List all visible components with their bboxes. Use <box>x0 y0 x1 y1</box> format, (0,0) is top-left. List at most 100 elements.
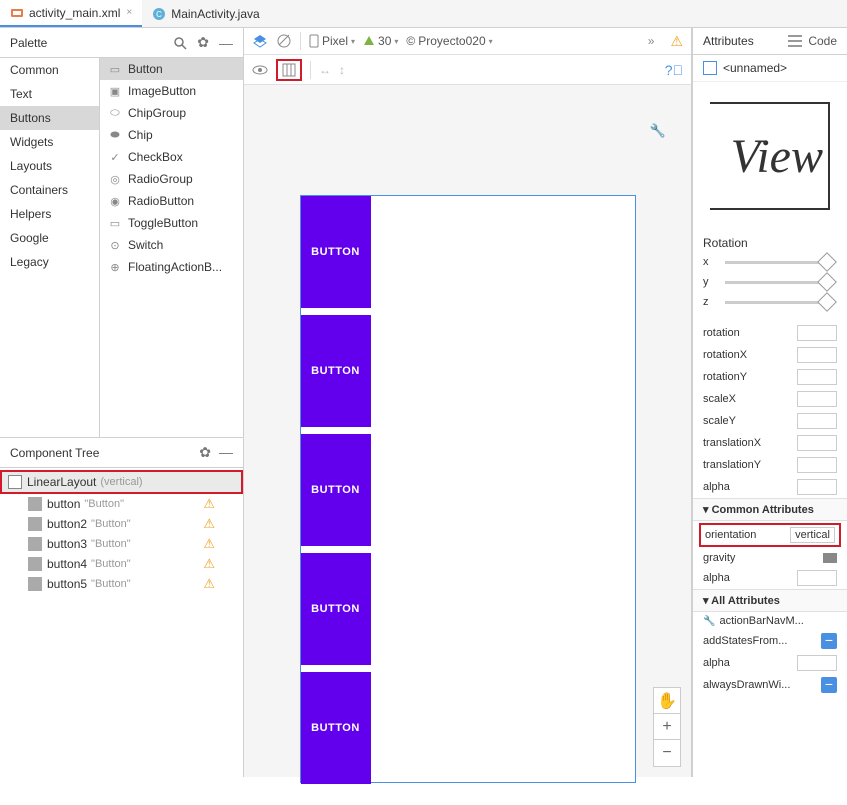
blueprint-icon[interactable] <box>276 33 292 49</box>
attr-orientation-highlighted[interactable]: orientation vertical <box>699 523 841 547</box>
category-layouts[interactable]: Layouts <box>0 154 99 178</box>
category-containers[interactable]: Containers <box>0 178 99 202</box>
checkbox-icon: ✓ <box>108 150 122 164</box>
help-icon[interactable]: ?⃝ <box>665 62 683 78</box>
warning-icon[interactable]: ⚠ <box>203 556 215 572</box>
component-togglebutton[interactable]: ▭ToggleButton <box>100 212 243 234</box>
attr-gravity[interactable]: gravity <box>693 549 847 567</box>
mock-button-5[interactable]: BUTTON <box>301 672 371 784</box>
tree-item-button3[interactable]: button3 "Button" ⚠ <box>0 534 243 554</box>
tree-item-button[interactable]: button "Button" ⚠ <box>0 494 243 514</box>
attr-actionbarnav[interactable]: actionBarNavM... <box>693 612 847 630</box>
gear-icon[interactable]: ✿ <box>197 34 209 51</box>
device-preview[interactable]: BUTTON BUTTON BUTTON BUTTON BUTTON <box>300 195 636 783</box>
radiogroup-icon: ◎ <box>108 172 122 186</box>
common-attributes-header[interactable]: ▾ Common Attributes <box>693 498 847 521</box>
tab-activity-main[interactable]: activity_main.xml × <box>0 0 142 27</box>
mock-button-4[interactable]: BUTTON <box>301 553 371 665</box>
component-chip[interactable]: ⬬Chip <box>100 124 243 146</box>
attr-scaley[interactable]: scaleY <box>693 410 847 432</box>
tree-item-button4[interactable]: button4 "Button" ⚠ <box>0 554 243 574</box>
attributes-name-row: <unnamed> <box>693 55 847 82</box>
gear-icon[interactable]: ✿ <box>199 444 211 461</box>
category-helpers[interactable]: Helpers <box>0 202 99 226</box>
search-icon[interactable] <box>173 36 187 50</box>
tree-item-button5[interactable]: button5 "Button" ⚠ <box>0 574 243 594</box>
zoom-out-button[interactable]: − <box>654 740 680 766</box>
layout-icon <box>8 475 22 489</box>
category-text[interactable]: Text <box>0 82 99 106</box>
attr-alpha[interactable]: alpha <box>693 476 847 498</box>
category-widgets[interactable]: Widgets <box>0 130 99 154</box>
device-selector[interactable]: Pixel▾ <box>309 34 355 48</box>
slider-x[interactable]: x <box>703 256 837 268</box>
flag-icon <box>823 553 837 563</box>
element-name: <unnamed> <box>723 61 787 75</box>
tree-item-button2[interactable]: button2 "Button" ⚠ <box>0 514 243 534</box>
component-checkbox[interactable]: ✓CheckBox <box>100 146 243 168</box>
minus-icon[interactable]: − <box>821 677 837 693</box>
mock-button-2[interactable]: BUTTON <box>301 315 371 427</box>
orientation-value[interactable]: vertical <box>790 527 835 543</box>
category-google[interactable]: Google <box>0 226 99 250</box>
zoom-controls: ✋ + − <box>653 687 681 767</box>
attr-translationy[interactable]: translationY <box>693 454 847 476</box>
component-imagebutton[interactable]: ▣ImageButton <box>100 80 243 102</box>
warning-icon[interactable]: ⚠ <box>203 576 215 592</box>
component-switch[interactable]: ⊙Switch <box>100 234 243 256</box>
component-radiobutton[interactable]: ◉RadioButton <box>100 190 243 212</box>
radiobutton-icon: ◉ <box>108 194 122 208</box>
button-icon <box>28 577 42 591</box>
close-icon[interactable]: × <box>126 7 132 18</box>
category-common[interactable]: Common <box>0 58 99 82</box>
fab-icon: ⊕ <box>108 260 122 274</box>
attr-addstates[interactable]: addStatesFrom...− <box>693 630 847 652</box>
warning-icon[interactable]: ⚠ <box>203 496 215 512</box>
chip-icon: ⬬ <box>108 128 122 142</box>
attr-alpha2[interactable]: alpha <box>693 567 847 589</box>
zoom-in-button[interactable]: + <box>654 714 680 740</box>
minimize-icon[interactable]: — <box>219 444 233 461</box>
component-chipgroup[interactable]: ⬭ChipGroup <box>100 102 243 124</box>
code-view-label[interactable]: Code <box>808 34 837 48</box>
all-attributes-header[interactable]: ▾ All Attributes <box>693 589 847 612</box>
component-fab[interactable]: ⊕FloatingActionB... <box>100 256 243 278</box>
more-icon[interactable]: » <box>648 34 655 48</box>
tab-label: activity_main.xml <box>29 6 120 20</box>
api-selector[interactable]: 30▾ <box>363 34 398 48</box>
category-legacy[interactable]: Legacy <box>0 250 99 274</box>
view-preview-box: View <box>710 102 830 210</box>
project-selector[interactable]: ©Proyecto020▾ <box>406 34 492 48</box>
visibility-icon[interactable] <box>252 65 268 75</box>
warning-icon[interactable]: ⚠ <box>203 516 215 532</box>
category-buttons[interactable]: Buttons <box>0 106 99 130</box>
component-tree: LinearLayout (vertical) button "Button" … <box>0 468 243 777</box>
warning-icon[interactable]: ⚠ <box>670 33 683 50</box>
attr-alpha3[interactable]: alpha <box>693 652 847 674</box>
attr-translationx[interactable]: translationX <box>693 432 847 454</box>
mock-button-1[interactable]: BUTTON <box>301 196 371 308</box>
tree-root-linearlayout[interactable]: LinearLayout (vertical) <box>0 470 243 494</box>
arrow-left-right-icon[interactable]: ↔ <box>319 63 331 77</box>
slider-y[interactable]: y <box>703 276 837 288</box>
mock-button-3[interactable]: BUTTON <box>301 434 371 546</box>
minus-icon[interactable]: − <box>821 633 837 649</box>
minimize-icon[interactable]: — <box>219 35 233 51</box>
chipgroup-icon: ⬭ <box>108 106 122 120</box>
pan-icon[interactable]: ✋ <box>654 688 680 714</box>
attr-scalex[interactable]: scaleX <box>693 388 847 410</box>
attr-rotation[interactable]: rotation <box>693 322 847 344</box>
attr-rotationy[interactable]: rotationY <box>693 366 847 388</box>
tab-main-activity[interactable]: C MainActivity.java <box>142 0 269 27</box>
grid-icon-highlighted[interactable] <box>276 59 302 81</box>
attr-alwaysdrawn[interactable]: alwaysDrawnWi...− <box>693 674 847 696</box>
layers-icon[interactable] <box>252 33 268 49</box>
slider-z[interactable]: z <box>703 296 837 308</box>
layout-icon <box>703 61 717 75</box>
component-button[interactable]: ▭Button <box>100 58 243 80</box>
arrow-up-down-icon[interactable]: ↕ <box>339 63 345 77</box>
warning-icon[interactable]: ⚠ <box>203 536 215 552</box>
menu-icon[interactable] <box>788 35 802 47</box>
attr-rotationx[interactable]: rotationX <box>693 344 847 366</box>
component-radiogroup[interactable]: ◎RadioGroup <box>100 168 243 190</box>
